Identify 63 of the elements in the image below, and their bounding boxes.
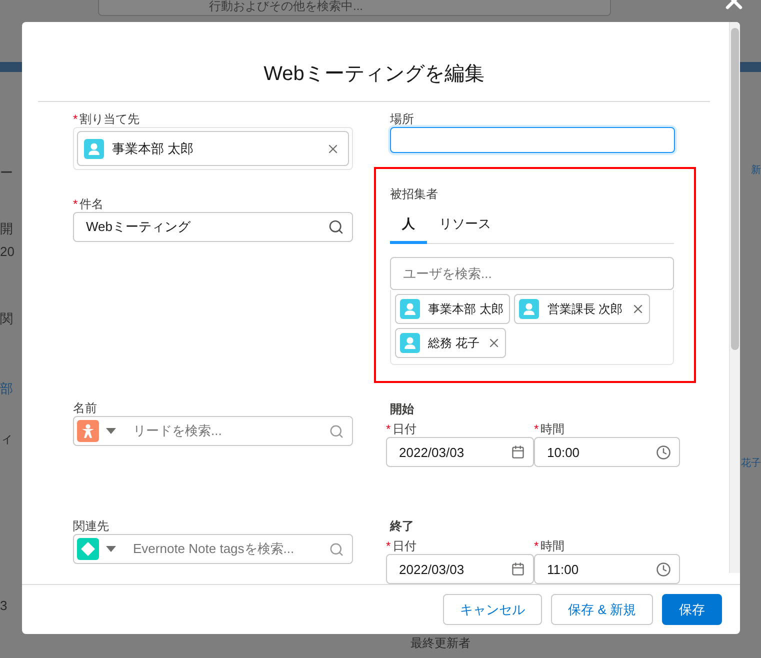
- field-label: 被招集者: [390, 186, 438, 202]
- caret-icon[interactable]: [105, 545, 117, 553]
- lookup-field[interactable]: Evernote Note tagsを検索...: [73, 534, 353, 564]
- tab[interactable]: リソース: [427, 209, 503, 244]
- tab[interactable]: 人: [390, 209, 427, 244]
- field-label: 場所: [390, 110, 414, 128]
- user-avatar-icon: [84, 138, 104, 158]
- user-avatar-icon: [519, 299, 540, 319]
- calendar-icon[interactable]: [511, 562, 525, 576]
- background-text: 20: [0, 244, 14, 259]
- field-label: 割り当て先: [80, 110, 140, 128]
- field-label: 件名: [80, 196, 104, 212]
- invitee-pill[interactable]: 営業課長 次郎: [514, 294, 650, 324]
- save-button[interactable]: 保存: [662, 594, 722, 625]
- calendar-icon[interactable]: [511, 445, 525, 459]
- location-field[interactable]: [390, 127, 675, 153]
- dialog-title: Webミーティングを編集: [264, 62, 484, 87]
- background-text: 花子: [741, 457, 761, 470]
- clock-icon[interactable]: [656, 562, 671, 576]
- field-label: 日付: [392, 538, 417, 554]
- background-text: 最終更新者: [410, 635, 470, 652]
- dialog-button[interactable]: キャンセル: [443, 594, 542, 625]
- user-avatar-icon: [400, 299, 420, 319]
- section-heading: 終了: [390, 518, 414, 534]
- scrollbar[interactable]: [729, 22, 740, 573]
- section-heading: 開始: [390, 400, 414, 418]
- subject-field[interactable]: Webミーティング: [73, 212, 353, 242]
- required-asterisk: *: [534, 539, 539, 553]
- person-icon: [77, 420, 99, 442]
- background-text: ー: [0, 165, 14, 180]
- invitee-pill[interactable]: 事業本部 太郎: [395, 294, 510, 324]
- background-text: 3: [0, 598, 8, 613]
- background-text: ィ: [0, 431, 14, 446]
- lookup-field[interactable]: リードを検索...: [73, 416, 353, 446]
- background-text: 部: [0, 381, 14, 396]
- required-asterisk: *: [534, 422, 539, 436]
- field-placeholder: Evernote Note tagsを検索...: [133, 540, 296, 558]
- user-search-field[interactable]: ユーザを検索...: [390, 257, 674, 290]
- time-field[interactable]: 11:00: [534, 554, 680, 584]
- field-placeholder: リードを検索...: [133, 422, 223, 440]
- field-label: 時間: [540, 420, 565, 438]
- search-icon: [329, 424, 344, 438]
- clock-icon[interactable]: [656, 444, 671, 460]
- invitee-pill[interactable]: 総務 花子: [395, 328, 506, 358]
- field-label: 関連先: [73, 518, 109, 534]
- date-field[interactable]: 2022/03/03: [386, 437, 534, 467]
- search-icon: [329, 542, 344, 556]
- required-asterisk: *: [386, 422, 391, 436]
- field-label: 日付: [392, 420, 417, 438]
- required-asterisk: *: [73, 112, 78, 126]
- field-label: 時間: [540, 538, 565, 554]
- required-asterisk: *: [386, 539, 391, 553]
- background-text: 開: [0, 221, 14, 236]
- background-text: 関: [0, 311, 14, 326]
- dialog-button[interactable]: 保存 & 新規: [551, 594, 653, 625]
- background-text: 新: [751, 164, 761, 177]
- time-field[interactable]: 10:00: [534, 437, 680, 467]
- caret-icon[interactable]: [105, 427, 117, 435]
- date-field[interactable]: 2022/03/03: [386, 554, 534, 584]
- user-avatar-icon: [400, 333, 420, 353]
- search-icon: [328, 219, 344, 235]
- required-asterisk: *: [73, 197, 78, 211]
- field-label: 名前: [73, 400, 97, 416]
